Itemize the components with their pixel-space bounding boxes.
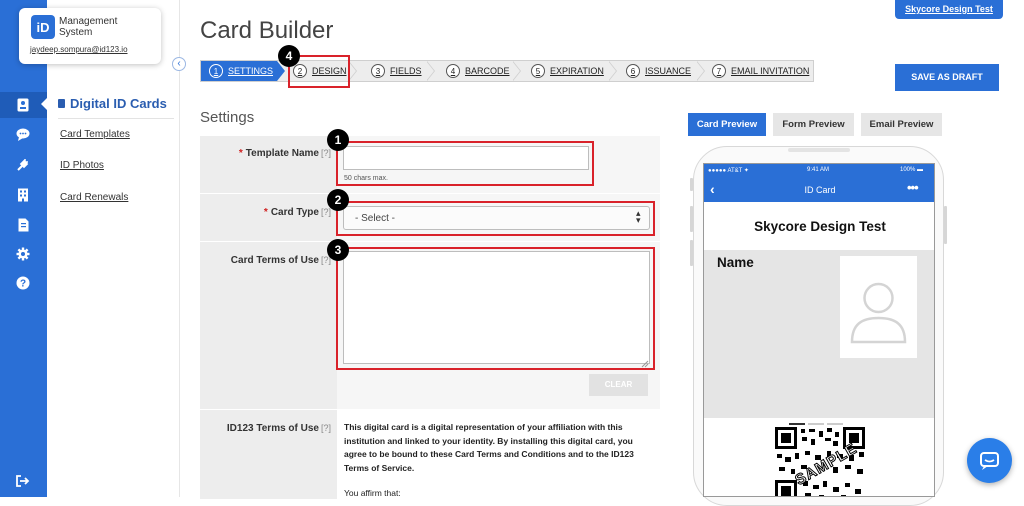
section-title-label: Digital ID Cards: [70, 96, 167, 111]
step-separator: [696, 61, 704, 81]
id123-terms-label-cell: ID123 Terms of Use [?]: [200, 410, 337, 500]
step-label: SETTINGS: [228, 66, 274, 76]
step-label: EXPIRATION: [550, 66, 604, 76]
clear-button[interactable]: CLEAR: [589, 374, 648, 396]
section-title: Digital ID Cards: [58, 96, 167, 111]
status-time: 9:41 AM: [807, 167, 830, 173]
card-nav-bar: ‹ ID Card •••: [704, 178, 934, 202]
help-link[interactable]: [?]: [321, 148, 331, 158]
user-silhouette-icon: [850, 282, 907, 344]
subnav-card-renewals[interactable]: Card Renewals: [60, 192, 128, 203]
card-name-label: Name: [717, 255, 754, 270]
more-icon[interactable]: •••: [907, 180, 919, 195]
phone-screen: ●●●●● AT&T ✦ 9:41 AM 100% ▬ ‹ ID Card ••…: [703, 163, 935, 497]
template-name-label: * Template Name [?]: [239, 148, 331, 159]
svg-text:?: ?: [20, 279, 26, 290]
step-separator: [512, 61, 520, 81]
chat-bubble-icon: [980, 452, 999, 470]
required-mark: *: [263, 207, 268, 218]
status-carrier: ●●●●● AT&T ✦: [708, 168, 749, 174]
phone-speaker: [788, 148, 850, 152]
card-type-label: * Card Type [?]: [264, 207, 331, 218]
subnav-card-templates[interactable]: Card Templates: [60, 129, 130, 140]
user-email[interactable]: jaydeep.sompura@id123.io: [30, 45, 128, 54]
help-icon[interactable]: ?: [14, 274, 32, 292]
field-label: ID123 Terms of Use: [226, 423, 319, 434]
highlight-box-template-name: [336, 141, 594, 186]
step-label: FIELDS: [390, 66, 422, 76]
org-logo: iD: [31, 15, 55, 39]
field-label: Card Terms of Use: [230, 255, 319, 266]
annotation-badge-1: 1: [327, 129, 349, 151]
org-switcher[interactable]: iD Management System jaydeep.sompura@id1…: [19, 8, 161, 64]
step-label: BARCODE: [465, 66, 510, 76]
card-nav-title: ID Card: [804, 185, 836, 195]
id-card-icon: [58, 99, 65, 108]
status-battery: 100% ▬: [900, 167, 924, 173]
phone-side-button: [690, 206, 693, 232]
annotation-badge-3: 3: [327, 239, 349, 261]
tab-form-preview[interactable]: Form Preview: [773, 113, 854, 136]
highlight-box-card-type: [336, 201, 655, 236]
icon-rail: ?: [0, 0, 47, 497]
step-number: 3: [371, 64, 385, 78]
page-title: Card Builder: [200, 17, 334, 44]
step-number: 6: [626, 64, 640, 78]
step-label: ISSUANCE: [645, 66, 692, 76]
card-terms-label: Card Terms of Use [?]: [231, 255, 331, 266]
tab-card-preview[interactable]: Card Preview: [688, 113, 766, 136]
step-settings[interactable]: 1 SETTINGS: [201, 61, 277, 81]
field-label: Template Name: [245, 148, 319, 159]
gear-icon[interactable]: [14, 245, 32, 263]
step-separator: [426, 61, 434, 81]
annotation-badge-4: 4: [278, 45, 300, 67]
building-icon[interactable]: [14, 186, 32, 204]
settings-heading: Settings: [200, 109, 255, 126]
help-link[interactable]: [?]: [321, 207, 331, 217]
field-label: Card Type: [270, 207, 319, 218]
id-card-icon[interactable]: [14, 96, 32, 114]
org-name: Management System: [59, 16, 118, 38]
template-name-label-cell: * Template Name [?]: [200, 136, 337, 194]
step-number: 1: [209, 64, 223, 78]
card-type-label-cell: * Card Type [?]: [200, 194, 337, 242]
step-label: EMAIL INVITATION: [731, 66, 810, 76]
subnav-id-photos[interactable]: ID Photos: [60, 160, 104, 171]
status-bar: ●●●●● AT&T ✦ 9:41 AM 100% ▬: [704, 164, 934, 178]
phone-side-button: [690, 178, 693, 191]
step-separator: [608, 61, 616, 81]
step-number: 5: [531, 64, 545, 78]
logout-icon[interactable]: [14, 472, 32, 490]
chat-icon[interactable]: [14, 125, 32, 143]
plug-icon[interactable]: [14, 156, 32, 174]
step-number: 7: [712, 64, 726, 78]
highlight-box-card-terms: [336, 247, 655, 370]
org-tab[interactable]: Skycore Design Test: [895, 0, 1003, 19]
document-icon[interactable]: [14, 216, 32, 234]
pager-dot[interactable]: [827, 423, 843, 425]
step-email-invitation[interactable]: 7 EMAIL INVITATION: [712, 61, 814, 81]
pager-dot[interactable]: [789, 423, 805, 425]
collapse-sidebar-button[interactable]: ‹: [172, 57, 186, 71]
chat-button[interactable]: [967, 438, 1012, 483]
phone-side-button: [690, 240, 693, 266]
required-mark: *: [238, 148, 243, 159]
photo-placeholder: [840, 256, 917, 358]
save-as-draft-button[interactable]: SAVE AS DRAFT: [895, 64, 999, 91]
sub-navigation: [47, 0, 180, 497]
tab-email-preview[interactable]: Email Preview: [861, 113, 942, 136]
card-org-name: Skycore Design Test: [754, 219, 886, 234]
divider: [58, 118, 174, 119]
pager-dot[interactable]: [808, 423, 824, 425]
help-link[interactable]: [?]: [321, 423, 331, 433]
step-number: 4: [446, 64, 460, 78]
id123-terms-text: This digital card is a digital represent…: [344, 422, 634, 473]
id123-terms-label: ID123 Terms of Use [?]: [227, 423, 331, 434]
phone-side-button: [944, 206, 947, 244]
annotation-badge-2: 2: [327, 189, 349, 211]
card-terms-label-cell: Card Terms of Use [?]: [200, 242, 337, 410]
